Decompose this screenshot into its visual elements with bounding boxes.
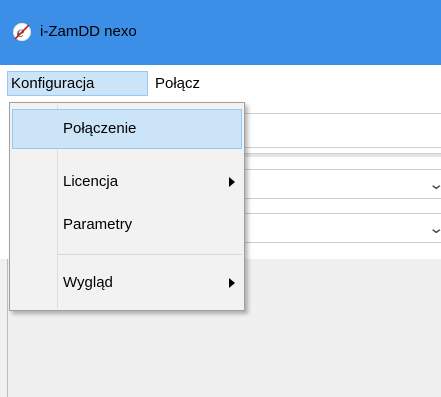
menu-konfiguracja[interactable]: Konfiguracja (7, 71, 148, 96)
panel-border (7, 259, 8, 397)
konfiguracja-dropdown-menu: Połączenie Licencja Parametry Wygląd (9, 102, 245, 311)
menu-separator (58, 254, 242, 255)
menu-item-label: Licencja (63, 173, 119, 190)
window-title: i-ZamDD nexo (40, 23, 137, 40)
text-field[interactable] (240, 113, 441, 148)
menu-item-label: Połączenie (63, 120, 137, 137)
dropdown-field-1[interactable]: ⌄ (240, 169, 441, 199)
menu-item-wyglad[interactable]: Wygląd (12, 263, 242, 303)
app-window: e i-ZamDD nexo Konfiguracja Połącz ⌄ ⌄ P… (0, 0, 441, 397)
submenu-arrow-icon (229, 177, 235, 187)
menu-item-polaczenie[interactable]: Połączenie (12, 109, 242, 149)
submenu-arrow-icon (229, 278, 235, 288)
menu-bar: Konfiguracja Połącz (0, 65, 441, 102)
title-bar: e i-ZamDD nexo (0, 0, 441, 65)
app-logo-icon: e (12, 22, 32, 42)
chevron-down-icon[interactable]: ⌄ (429, 175, 441, 193)
menu-item-label: Wygląd (63, 274, 113, 291)
menu-item-label: Parametry (63, 216, 133, 233)
dropdown-field-2[interactable]: ⌄ (240, 213, 441, 243)
menu-item-licencja[interactable]: Licencja (12, 162, 242, 202)
menu-polacz[interactable]: Połącz (151, 71, 204, 96)
chevron-down-icon[interactable]: ⌄ (429, 219, 441, 237)
menu-item-parametry[interactable]: Parametry (12, 205, 242, 245)
separator (240, 153, 441, 157)
